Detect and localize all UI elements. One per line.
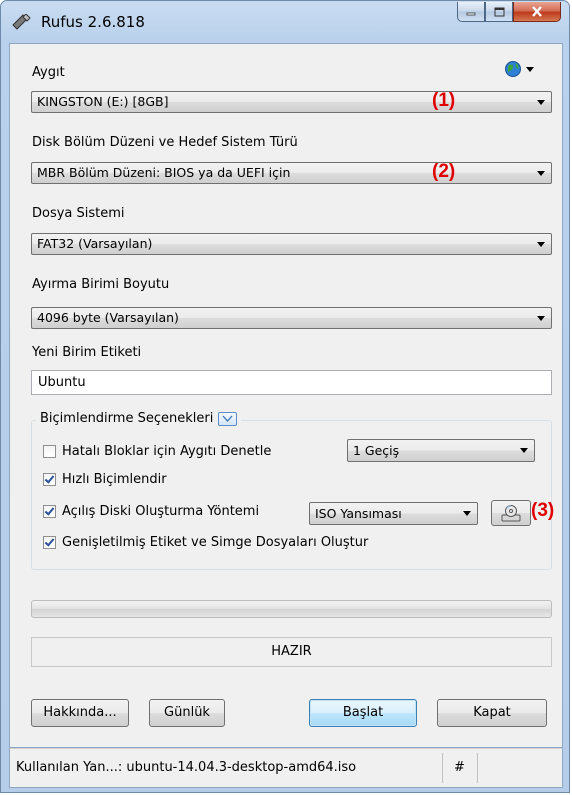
log-button[interactable]: Günlük [149,699,225,727]
chevron-down-icon [537,242,545,247]
maximize-button[interactable] [485,2,513,22]
cluster-size-label: Ayırma Birimi Boyutu [32,277,170,292]
chevron-down-icon [537,316,545,321]
passes-select[interactable]: 1 Geçiş [347,439,535,462]
boot-method-select-value: ISO Yansıması [315,506,402,521]
quick-format-label: Hızlı Biçimlendir [62,472,167,487]
chevron-down-icon [537,100,545,105]
chevron-down-icon [537,171,545,176]
cluster-size-select[interactable]: 4096 byte (Varsayılan) [31,307,552,329]
hash-button[interactable]: # [454,760,465,775]
quick-format-option[interactable]: Hızlı Biçimlendir [43,472,167,487]
status-separator [477,753,478,783]
status-panel: HAZIR [31,637,552,667]
volume-label-label: Yeni Birim Etiketi [32,345,142,360]
minimize-button[interactable] [457,2,485,22]
filesystem-select[interactable]: FAT32 (Varsayılan) [31,233,552,255]
chevron-down-icon [463,511,471,516]
quick-format-checkbox[interactable] [43,473,56,486]
select-iso-button[interactable] [491,500,531,526]
format-options-title-text: Biçimlendirme Seçenekleri [40,411,214,426]
close-icon [532,6,542,17]
close-button[interactable]: Kapat [437,699,547,727]
globe-icon[interactable] [504,60,540,78]
bootable-label: Açılış Diski Oluşturma Yöntemi [62,504,260,519]
bad-blocks-option[interactable]: Hatalı Bloklar için Aygıtı Denetle [43,444,271,459]
expand-options-button[interactable] [218,411,238,426]
minimize-icon [466,12,476,15]
image-status-text: Kullanılan Yan...: ubuntu-14.04.3-deskto… [16,760,357,775]
window-title: Rufus 2.6.818 [41,13,145,31]
window-controls [457,2,561,24]
status-separator [442,753,443,783]
about-button[interactable]: Hakkında... [31,699,129,727]
bootable-checkbox[interactable] [43,505,56,518]
partition-label: Disk Bölüm Düzeni ve Hedef Sistem Türü [32,135,298,150]
maximize-icon [494,7,504,16]
bad-blocks-checkbox[interactable] [43,445,56,458]
format-options-title: Biçimlendirme Seçenekleri [36,411,242,426]
extended-label-option[interactable]: Genişletilmiş Etiket ve Simge Dosyaları … [43,535,368,550]
partition-scheme-select[interactable]: MBR Bölüm Düzeni: BIOS ya da UEFI için [31,162,552,184]
device-select[interactable]: KINGSTON (E:) [8GB] [31,91,552,113]
extended-label-checkbox[interactable] [43,536,56,549]
chevron-down-icon [222,415,233,422]
bootable-option[interactable]: Açılış Diski Oluşturma Yöntemi [43,504,259,519]
usb-drive-icon [12,14,31,30]
annotation-1: (1) [432,90,456,111]
filesystem-select-value: FAT32 (Varsayılan) [37,236,153,251]
progress-bar [31,600,552,618]
partition-select-value: MBR Bölüm Düzeni: BIOS ya da UEFI için [37,165,291,180]
annotation-3: (3) [531,500,555,521]
app-window: Rufus 2.6.818 Aygıt KINGSTON (E:) [8GB] [0,0,570,793]
start-button[interactable]: Başlat [309,699,417,727]
chevron-down-icon [520,448,528,453]
filesystem-label: Dosya Sistemi [32,206,125,221]
annotation-2: (2) [432,161,456,182]
extended-label-label: Genişletilmiş Etiket ve Simge Dosyaları … [62,535,369,550]
status-text: HAZIR [271,644,312,659]
main-panel: Aygıt KINGSTON (E:) [8GB] (1) Disk Bölüm… [9,43,563,748]
volume-label-input[interactable] [31,370,552,395]
close-window-button[interactable] [513,2,561,22]
boot-method-select[interactable]: ISO Yansıması [309,502,478,525]
bad-blocks-label: Hatalı Bloklar için Aygıtı Denetle [62,444,272,459]
device-select-value: KINGSTON (E:) [8GB] [37,94,169,109]
title-bar[interactable]: Rufus 2.6.818 [1,1,569,41]
disc-drive-icon [501,505,521,522]
passes-select-value: 1 Geçiş [353,443,400,458]
cluster-size-select-value: 4096 byte (Varsayılan) [37,310,179,325]
status-bar: Kullanılan Yan...: ubuntu-14.04.3-deskto… [9,748,563,788]
device-label: Aygıt [32,65,65,80]
